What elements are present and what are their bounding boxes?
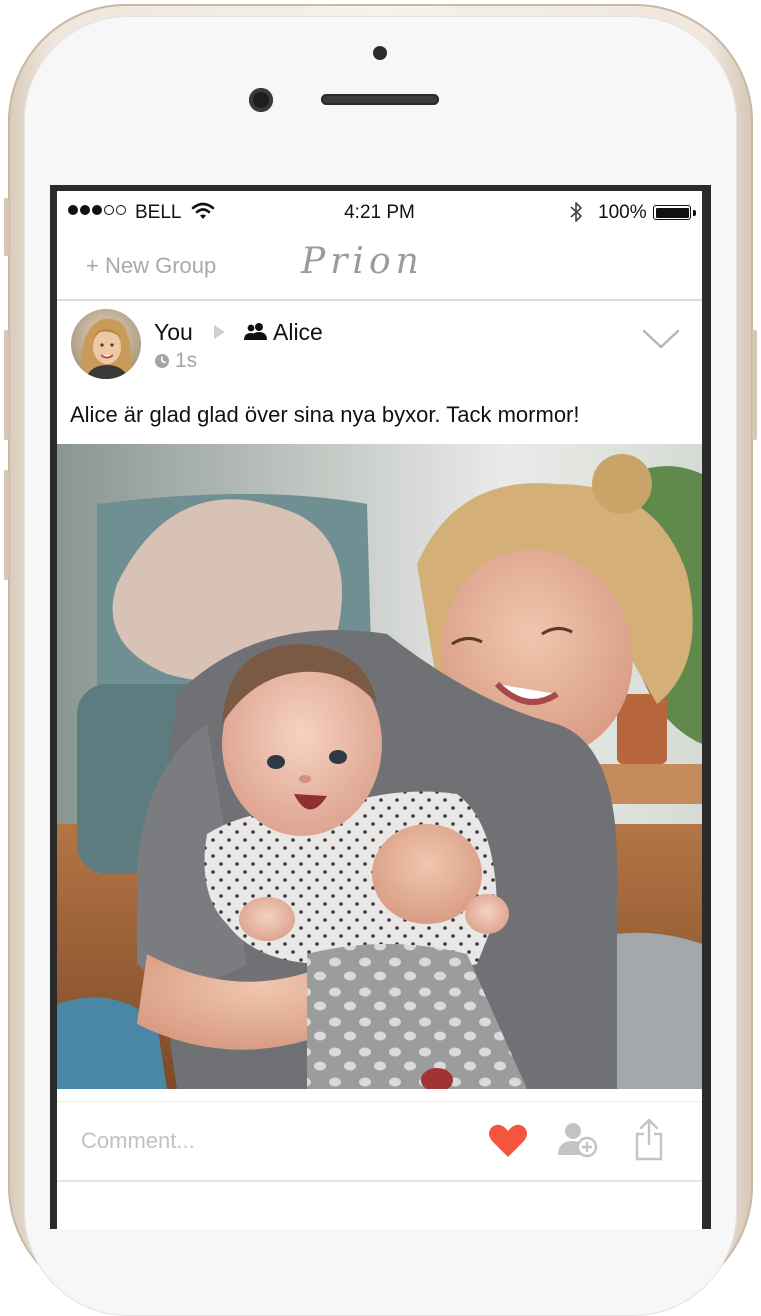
heart-icon[interactable] <box>488 1123 528 1164</box>
post-author[interactable]: You <box>154 319 193 346</box>
share-icon[interactable] <box>634 1118 664 1167</box>
proximity-sensor <box>373 46 387 60</box>
add-person-icon[interactable] <box>556 1121 598 1164</box>
post-caption: Alice är glad glad över sina nya byxor. … <box>70 402 580 427</box>
battery-tip <box>693 210 696 216</box>
app-screen: BELL 4:21 PM 100% + New Group Prion You … <box>57 191 702 1229</box>
mute-switch <box>4 198 9 256</box>
post-recipient[interactable]: Alice <box>273 319 323 346</box>
clock-icon <box>154 353 170 374</box>
author-avatar[interactable] <box>71 309 141 379</box>
status-bar: BELL 4:21 PM 100% <box>57 191 702 235</box>
chevron-down-icon[interactable] <box>642 327 680 356</box>
post-photo[interactable] <box>57 444 702 1089</box>
volume-up-button <box>4 330 9 440</box>
comment-input[interactable] <box>79 1120 463 1162</box>
comment-bar <box>57 1101 702 1182</box>
app-logo: Prion <box>301 241 424 282</box>
new-group-button[interactable]: + New Group <box>86 253 216 279</box>
post-timestamp: 1s <box>175 349 198 372</box>
arrow-right-icon <box>214 325 225 339</box>
group-icon <box>243 322 269 347</box>
battery-percent: 100% <box>598 202 647 223</box>
phone-screen: BELL 4:21 PM 100% + New Group Prion You … <box>50 185 711 1229</box>
app-header: + New Group Prion <box>57 235 702 301</box>
earpiece-speaker <box>321 94 439 105</box>
battery-level-fill <box>655 207 689 218</box>
front-camera <box>249 88 273 112</box>
battery-icon <box>653 205 691 220</box>
power-button <box>752 330 757 440</box>
volume-down-button <box>4 470 9 580</box>
bluetooth-icon <box>568 200 584 230</box>
